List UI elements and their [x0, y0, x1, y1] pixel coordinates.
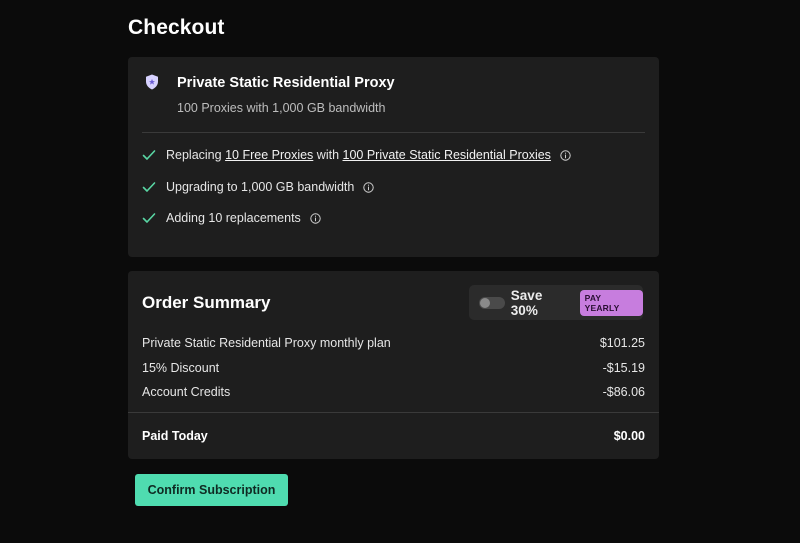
- info-icon[interactable]: [310, 212, 321, 224]
- info-icon[interactable]: [363, 181, 375, 193]
- line-amount: -$15.19: [602, 361, 645, 375]
- check-icon: [142, 182, 156, 192]
- line-label: 15% Discount: [142, 361, 220, 375]
- pay-yearly-toggle-box[interactable]: Save 30% PAY YEARLY: [469, 285, 643, 320]
- feature-replacements: Adding 10 replacements: [142, 209, 321, 227]
- order-summary-title: Order Summary: [142, 293, 271, 312]
- pay-yearly-badge: PAY YEARLY: [579, 289, 643, 316]
- shield-icon: [146, 74, 158, 90]
- divider: [128, 412, 659, 413]
- feature-text: Upgrading to 1,000 GB bandwidth: [166, 180, 355, 194]
- total-line: Paid Today $0.00: [142, 428, 645, 444]
- product-name: Private Static Residential Proxy: [177, 75, 395, 91]
- summary-line: 15% Discount -$15.19: [142, 360, 645, 376]
- line-label: Account Credits: [142, 385, 231, 399]
- pay-yearly-toggle[interactable]: [479, 296, 505, 309]
- free-proxies-link[interactable]: 10 Free Proxies: [225, 148, 313, 162]
- checkout-page: Checkout Private Static Residential Prox…: [0, 0, 800, 543]
- confirm-subscription-button[interactable]: Confirm Subscription: [135, 474, 288, 506]
- feature-text: Adding 10 replacements: [166, 211, 301, 225]
- check-icon: [142, 213, 156, 223]
- page-title: Checkout: [128, 16, 225, 39]
- line-amount: $101.25: [599, 336, 645, 350]
- info-icon[interactable]: [560, 149, 571, 161]
- line-label: Private Static Residential Proxy monthly…: [142, 336, 391, 350]
- feature-bandwidth: Upgrading to 1,000 GB bandwidth: [142, 178, 375, 196]
- order-summary-card: Order Summary Save 30% PAY YEARLY Privat…: [128, 271, 659, 459]
- line-amount: -$86.06: [602, 385, 645, 399]
- product-card: Private Static Residential Proxy 100 Pro…: [128, 57, 659, 257]
- feature-text: with: [313, 148, 343, 162]
- feature-replacing: Replacing 10 Free Proxies with 100 Priva…: [142, 146, 571, 164]
- product-subtitle: 100 Proxies with 1,000 GB bandwidth: [177, 101, 386, 115]
- feature-text: Replacing: [166, 148, 226, 162]
- save-label: Save 30%: [510, 287, 543, 318]
- total-label: Paid Today: [142, 429, 208, 443]
- summary-line: Account Credits -$86.06: [142, 384, 645, 400]
- private-proxies-link[interactable]: 100 Private Static Residential Proxies: [343, 148, 551, 162]
- total-amount: $0.00: [613, 429, 645, 443]
- check-icon: [142, 150, 156, 160]
- divider: [142, 132, 645, 133]
- toggle-knob: [480, 297, 490, 308]
- summary-line: Private Static Residential Proxy monthly…: [142, 335, 645, 351]
